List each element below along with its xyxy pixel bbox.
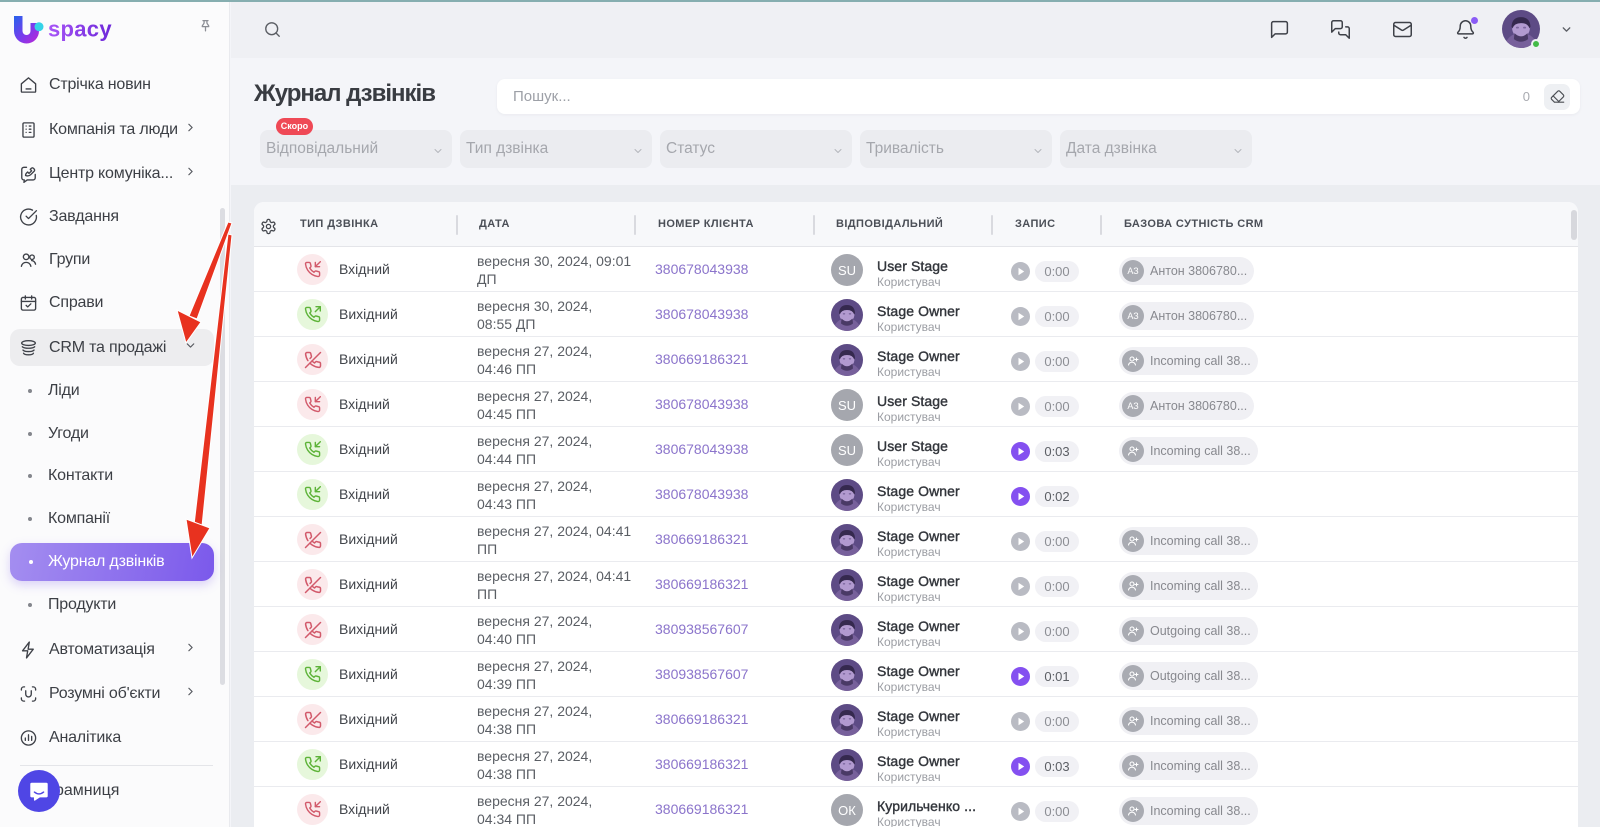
svg-text:spacy: spacy bbox=[48, 17, 112, 42]
